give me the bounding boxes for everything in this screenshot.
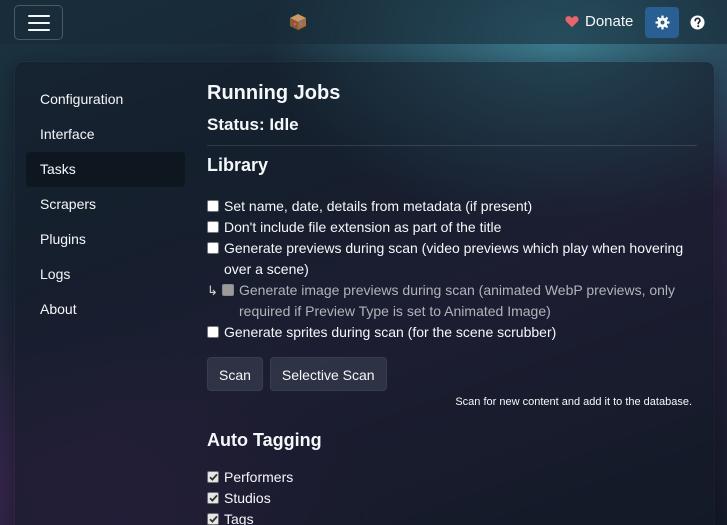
checkbox-checked[interactable] [207, 513, 219, 525]
option-no-file-extension[interactable]: Don't include file extension as part of … [207, 217, 697, 238]
checkbox[interactable] [207, 200, 219, 212]
option-generate-image-previews: ↳ Generate image previews during scan (a… [207, 280, 697, 322]
checkbox[interactable] [207, 242, 219, 254]
auto-tagging-options: Performers Studios Tags [207, 467, 697, 525]
gear-icon [654, 15, 670, 30]
sidebar-item-scrapers[interactable]: Scrapers [26, 187, 185, 222]
menu-toggle-button[interactable] [14, 5, 63, 40]
settings-card: Configuration Interface Tasks Scrapers P… [15, 62, 714, 525]
box-logo-icon[interactable] [288, 12, 308, 32]
menu-icon-bar [27, 21, 50, 24]
job-status-text: Status: Idle [207, 115, 299, 134]
sidebar-item-interface[interactable]: Interface [26, 117, 185, 152]
donate-link[interactable]: Donate [565, 13, 633, 30]
menu-icon-bar [27, 28, 50, 31]
help-button[interactable] [688, 13, 707, 32]
option-label: Set name, date, details from metadata (i… [224, 198, 533, 214]
option-label: Generate previews during scan (video pre… [224, 240, 684, 277]
checkbox-disabled [222, 284, 234, 296]
checkbox[interactable] [207, 221, 219, 233]
check-icon [208, 473, 218, 481]
option-label: Studios [224, 490, 271, 506]
sidebar-item-logs[interactable]: Logs [26, 257, 185, 292]
option-label: Tags [224, 511, 254, 525]
sidebar-item-plugins[interactable]: Plugins [26, 222, 185, 257]
sidebar-item-about[interactable]: About [26, 292, 185, 327]
donate-label: Donate [585, 13, 634, 30]
selective-scan-button[interactable]: Selective Scan [269, 357, 387, 391]
checkbox-checked[interactable] [207, 471, 219, 483]
scan-hint-text: Scan for new content and add it to the d… [455, 396, 692, 408]
option-auto-tag-tags[interactable]: Tags [207, 509, 697, 525]
check-icon [208, 494, 218, 502]
menu-icon-bar [27, 14, 50, 17]
settings-sidebar: Configuration Interface Tasks Scrapers P… [26, 82, 185, 327]
auto-tagging-section-title: Auto Tagging [207, 430, 322, 450]
option-label: Don't include file extension as part of … [224, 219, 502, 235]
navbar: Donate [0, 0, 727, 44]
running-jobs-title: Running Jobs [207, 82, 341, 104]
sidebar-item-tasks[interactable]: Tasks [26, 152, 185, 187]
tasks-content: Running Jobs Status: Idle Library Set na… [207, 82, 697, 525]
option-auto-tag-studios[interactable]: Studios [207, 488, 697, 509]
checkbox[interactable] [207, 326, 219, 338]
sidebar-item-configuration[interactable]: Configuration [26, 82, 185, 117]
section-divider [207, 145, 697, 146]
heart-icon [565, 16, 579, 28]
check-icon [208, 515, 218, 523]
scan-button[interactable]: Scan [207, 357, 263, 391]
question-circle-icon [690, 15, 705, 30]
sub-option-arrow-icon: ↳ [207, 283, 218, 298]
scan-button-row: Scan Selective Scan [207, 357, 697, 391]
option-generate-sprites[interactable]: Generate sprites during scan (for the sc… [207, 322, 697, 343]
option-label: Generate image previews during scan (ani… [239, 282, 676, 319]
option-label: Generate sprites during scan (for the sc… [224, 324, 557, 340]
settings-button[interactable] [645, 7, 679, 38]
option-label: Performers [224, 469, 294, 485]
checkbox-checked[interactable] [207, 492, 219, 504]
library-options: Set name, date, details from metadata (i… [207, 196, 697, 343]
option-generate-previews[interactable]: Generate previews during scan (video pre… [207, 238, 697, 280]
library-section-title: Library [207, 155, 269, 175]
option-auto-tag-performers[interactable]: Performers [207, 467, 697, 488]
option-set-name-from-metadata[interactable]: Set name, date, details from metadata (i… [207, 196, 697, 217]
